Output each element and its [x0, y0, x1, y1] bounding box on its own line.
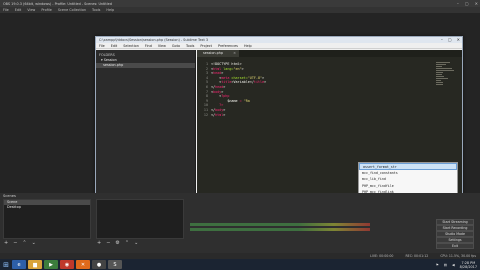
line-number: 12	[203, 112, 208, 117]
obs-title-text: OBS 19.0.3 (64bit, windows) - Profile: U…	[3, 1, 112, 6]
sublime-menu-view[interactable]: View	[158, 44, 166, 48]
code-token: >	[223, 112, 226, 117]
add-icon[interactable]: +	[97, 240, 101, 246]
minimap[interactable]	[436, 62, 458, 102]
sublime-menu-help[interactable]: Help	[244, 44, 252, 48]
scenes-toolbar: + − ⌃ ⌄	[4, 240, 36, 246]
add-icon[interactable]: +	[4, 240, 8, 246]
sources-toolbar: + − ⚙ ⌃ ⌄	[97, 240, 138, 246]
code-token: "en"	[233, 66, 242, 71]
studio-mode-button[interactable]: Studio Mode	[436, 231, 474, 237]
sublime-menu-bar: File Edit Selection Find View Goto Tools…	[96, 43, 462, 49]
sublime-menu-edit[interactable]: Edit	[111, 44, 118, 48]
code-token: title	[253, 80, 265, 85]
obs-menu-scene-collection[interactable]: Scene Collection	[58, 8, 86, 12]
clock[interactable]: 7:28 PM 8/28/2017	[460, 261, 477, 269]
code-token: >	[223, 84, 226, 89]
status-live: LIVE: 00:00:00	[370, 254, 394, 258]
ie-icon[interactable]: e	[12, 260, 26, 269]
sublime-title-bar: C:\xampp\htdocs\Session\session.php (Ses…	[96, 37, 462, 43]
flag-icon[interactable]: ⚑	[436, 263, 439, 267]
code-token: >Variable</	[231, 80, 254, 85]
tab-bar: session.php ×	[197, 50, 462, 57]
sublime-menu-preferences[interactable]: Preferences	[218, 44, 238, 48]
sidebar-file-name: session.php	[103, 63, 124, 67]
code-line[interactable]: 12 </html >	[197, 113, 266, 118]
audio-meter	[190, 223, 370, 226]
sublime-body: FOLDERS ▾ Session session.php session.ph…	[96, 50, 462, 216]
obs-menu-profile[interactable]: Profile	[41, 8, 52, 12]
folder-icon[interactable]: ▆	[28, 260, 42, 269]
sources-panel[interactable]	[96, 199, 184, 239]
maximize-icon[interactable]: ▢	[448, 37, 452, 42]
code-token: "Ra	[243, 98, 250, 103]
close-icon[interactable]: ✕	[475, 1, 478, 6]
autocomplete-item[interactable]: mcc_find_constants	[359, 170, 457, 177]
autocomplete-item[interactable]: PHP_mcc_findfile	[359, 183, 457, 190]
code-token: >	[264, 80, 267, 85]
code-area[interactable]: 1 <!DOCTYPE html> 2 < html lang= "en" >3 < head >…	[197, 62, 266, 117]
obs-title-bar: OBS 19.0.3 (64bit, windows) - Profile: U…	[0, 0, 480, 7]
tab-label: session.php	[203, 51, 224, 55]
code-token: html	[215, 112, 224, 117]
obs-menu-view[interactable]: View	[27, 8, 35, 12]
system-tray: ⚑ ▤ ◀ 7:28 PM 8/28/2017	[436, 259, 477, 270]
move-up-icon[interactable]: ⌃	[125, 240, 129, 246]
maximize-icon[interactable]: ▢	[465, 1, 469, 6]
autocomplete-item[interactable]: assert_format_str	[359, 163, 457, 170]
sidebar: FOLDERS ▾ Session session.php	[96, 50, 196, 212]
status-cpu: CPU: 11.5%, 30.00 fps	[440, 254, 476, 258]
start-recording-button[interactable]: Start Recording	[436, 225, 474, 231]
sublime-menu-file[interactable]: File	[99, 44, 105, 48]
close-icon[interactable]: ✕	[457, 37, 460, 42]
status-rec: REC: 00:01:12	[405, 254, 429, 258]
sources-list[interactable]: Desktop	[3, 205, 91, 239]
audio-mixer[interactable]	[190, 223, 370, 237]
windows-taskbar: ⊞ e ▆ ▶ ◉ ✕ ● S ⚑ ▤ ◀ 7:28 PM 8/28/2017	[0, 259, 480, 270]
sublime-menu-tools[interactable]: Tools	[186, 44, 194, 48]
sublime-menu-project[interactable]: Project	[200, 44, 212, 48]
sidebar-folder-name: Session	[103, 58, 117, 62]
tab-session-php[interactable]: session.php ×	[197, 50, 239, 57]
code-token: $name	[227, 98, 238, 103]
sublime-menu-find[interactable]: Find	[145, 44, 152, 48]
scenes-title: Scenes	[3, 194, 16, 198]
obs-menu-file[interactable]: File	[3, 8, 9, 12]
settings-button[interactable]: Settings	[436, 237, 474, 243]
media-icon[interactable]: ▶	[44, 260, 58, 269]
clock-time: 7:28 PM	[461, 260, 476, 265]
sublime-menu-selection[interactable]: Selection	[123, 44, 139, 48]
sublime-menu-goto[interactable]: Goto	[172, 44, 180, 48]
move-up-icon[interactable]: ⌃	[22, 240, 26, 246]
minimize-icon[interactable]: –	[457, 1, 459, 6]
remove-icon[interactable]: −	[13, 240, 17, 246]
sidebar-file[interactable]: session.php	[96, 63, 195, 68]
minimize-icon[interactable]: –	[441, 37, 443, 42]
obs-menu-help[interactable]: Help	[106, 8, 114, 12]
exit-button[interactable]: Exit	[436, 243, 474, 249]
code-token: >	[241, 66, 244, 71]
obs-icon[interactable]: ●	[92, 260, 106, 269]
move-down-icon[interactable]: ⌄	[134, 240, 138, 246]
volume-icon[interactable]: ◀	[452, 263, 455, 267]
clock-date: 8/28/2017	[459, 264, 477, 269]
obs-menu-tools[interactable]: Tools	[92, 8, 100, 12]
xampp-icon[interactable]: ✕	[76, 260, 90, 269]
start-button[interactable]: ⊞	[0, 259, 12, 270]
obs-menu-edit[interactable]: Edit	[15, 8, 22, 12]
sublime-icon[interactable]: S	[108, 260, 122, 269]
move-down-icon[interactable]: ⌄	[32, 240, 36, 246]
audio-meter	[190, 228, 370, 231]
sublime-window: C:\xampp\htdocs\Session\session.php (Ses…	[95, 36, 463, 218]
obs-docks: Scenes Scene Desktop + − ⌃ ⌄ + − ⚙ ⌃ ⌄ S…	[0, 193, 480, 253]
tab-close-icon[interactable]: ×	[233, 50, 236, 57]
remove-icon[interactable]: −	[106, 240, 110, 246]
start-streaming-button[interactable]: Start Streaming	[436, 219, 474, 225]
gear-icon[interactable]: ⚙	[115, 240, 119, 246]
chrome-icon[interactable]: ◉	[60, 260, 74, 269]
network-icon[interactable]: ▤	[444, 263, 447, 267]
source-item[interactable]: Desktop	[4, 205, 90, 210]
sublime-title-text: C:\xampp\htdocs\Session\session.php (Ses…	[99, 38, 209, 42]
autocomplete-item[interactable]: mcc_lib_find	[359, 176, 457, 183]
